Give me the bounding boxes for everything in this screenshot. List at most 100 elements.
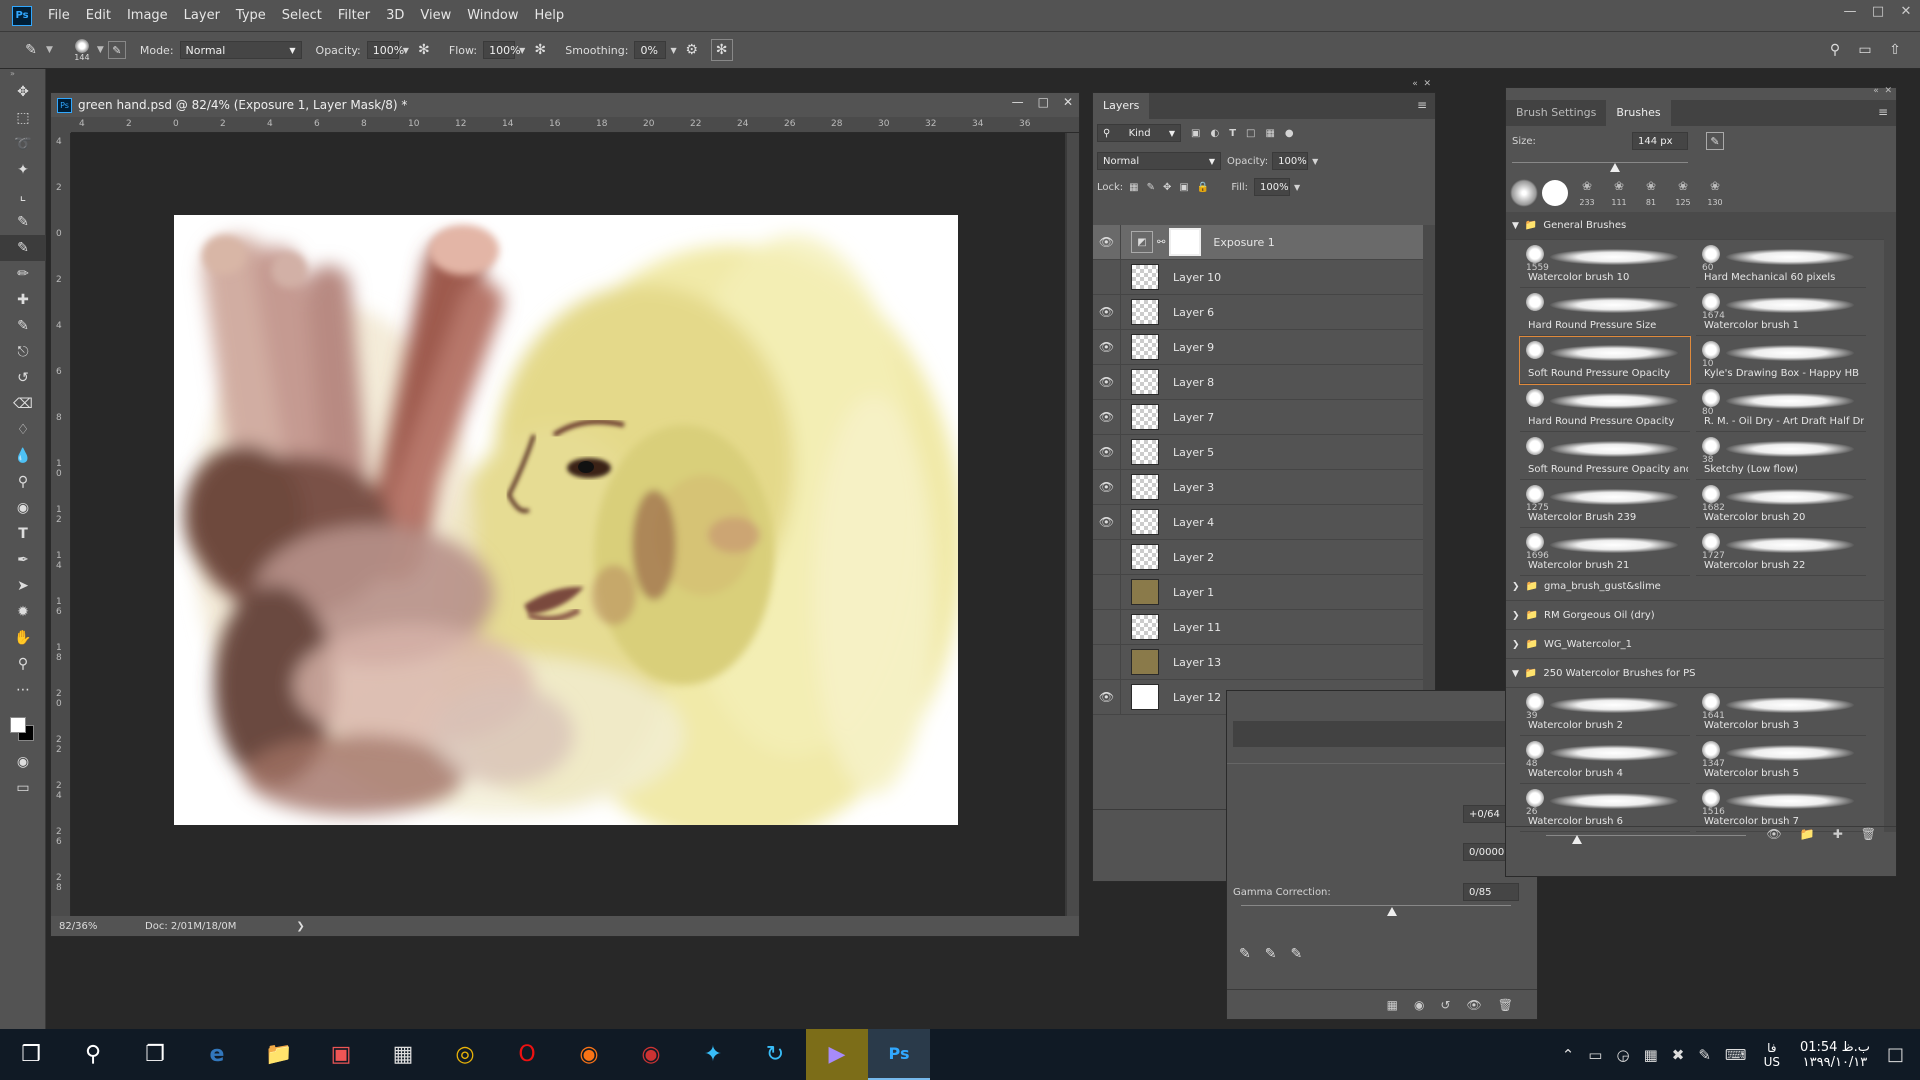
menu-image[interactable]: Image xyxy=(119,8,176,23)
brush-preset-cell[interactable]: Soft Round Pressure Opacity xyxy=(1519,336,1691,385)
tab-brushes[interactable]: Brushes xyxy=(1606,100,1671,126)
move-tool-icon[interactable]: ✥ xyxy=(0,79,46,105)
layer-row[interactable]: Layer 11 xyxy=(1093,609,1423,645)
flow-input[interactable]: 100% xyxy=(483,41,521,59)
adjustment-filter-icon[interactable]: ◐ xyxy=(1210,128,1219,139)
gear-icon[interactable]: ⚙ xyxy=(681,39,703,61)
reset-icon[interactable]: ↺ xyxy=(1440,998,1450,1012)
brush-preset-cell[interactable]: 80 R. M. - Oil Dry - Art Draft Half Dr... xyxy=(1696,385,1866,432)
menu-layer[interactable]: Layer xyxy=(176,8,228,23)
brush-preset-cell[interactable]: 1641 Watercolor brush 3 xyxy=(1696,689,1866,736)
magic-wand-tool-icon[interactable]: ✦ xyxy=(0,157,46,183)
quick-mask-icon[interactable]: ◉ xyxy=(0,749,46,775)
pen-tool-icon[interactable]: ✒ xyxy=(0,547,46,573)
size-slider-handle[interactable] xyxy=(1610,163,1620,172)
marquee-tool-icon[interactable]: ⬚ xyxy=(0,105,46,131)
chain-link-icon[interactable]: ⚯ xyxy=(1157,237,1165,248)
battery-icon[interactable]: ▭ xyxy=(1588,1046,1602,1064)
brush-preset-picker[interactable]: 144 xyxy=(67,38,97,62)
panel-menu-icon[interactable]: ≡ xyxy=(1878,105,1888,126)
chevron-down-icon[interactable]: ▼ xyxy=(403,46,409,55)
mixer-brush-tool-icon[interactable]: ✎ xyxy=(0,313,46,339)
recent-brush-preset[interactable]: ❀ 233 xyxy=(1574,179,1600,207)
fill-input[interactable]: 100% xyxy=(1254,178,1291,196)
file-explorer-icon[interactable]: 📁 xyxy=(248,1029,310,1080)
recent-brush-preset[interactable]: ❀ 125 xyxy=(1670,179,1696,207)
close-icon[interactable]: ✕ xyxy=(1892,0,1920,22)
firefox-browser-icon[interactable]: ◉ xyxy=(558,1029,620,1080)
layer-thumbnail[interactable] xyxy=(1131,579,1159,605)
visibility-icon[interactable]: 👁 xyxy=(1467,998,1482,1012)
menu-edit[interactable]: Edit xyxy=(78,8,119,23)
brush-tool-icon[interactable]: ✎ xyxy=(20,39,42,61)
layer-thumbnail[interactable] xyxy=(1131,649,1159,675)
sponge-tool-icon[interactable]: ◉ xyxy=(0,495,46,521)
view-previous-icon[interactable]: ◉ xyxy=(1414,998,1424,1012)
mode-select[interactable]: Normal ▼ xyxy=(179,41,302,59)
search-icon[interactable]: ⚲ xyxy=(62,1029,124,1080)
app-icon-red[interactable]: ▣ xyxy=(310,1029,372,1080)
layer-row[interactable]: 👁 Layer 4 xyxy=(1093,504,1423,540)
new-brush-icon[interactable]: ✚ xyxy=(1833,827,1843,841)
layer-thumbnail[interactable] xyxy=(1131,264,1159,290)
pressure-opacity-icon[interactable]: ✻ xyxy=(413,39,435,61)
visual-studio-icon[interactable]: ▶ xyxy=(806,1029,868,1080)
chevron-right-icon[interactable]: ❯ xyxy=(296,921,304,932)
chevron-down-icon[interactable]: ▼ xyxy=(46,45,53,55)
lock-pixels-icon[interactable]: ✎ xyxy=(1147,182,1155,193)
recent-brush-soft[interactable] xyxy=(1510,179,1538,207)
canvas-area[interactable] xyxy=(71,133,1065,916)
menu-3d[interactable]: 3D xyxy=(378,8,412,23)
exposure-slider[interactable] xyxy=(1227,763,1527,779)
layer-row[interactable]: 👁 Layer 8 xyxy=(1093,364,1423,400)
task-view-icon[interactable]: ❐ xyxy=(124,1029,186,1080)
clip-to-layer-icon[interactable]: ▦ xyxy=(1387,998,1398,1012)
menu-view[interactable]: View xyxy=(412,8,459,23)
layer-thumbnail[interactable] xyxy=(1131,544,1159,570)
layer-thumbnail[interactable] xyxy=(1131,439,1159,465)
layer-thumbnail[interactable] xyxy=(1131,334,1159,360)
recent-brush-hard[interactable] xyxy=(1542,180,1568,206)
brush-preset-cell[interactable]: 1559 Watercolor brush 10 xyxy=(1520,241,1690,288)
smart-object-filter-icon[interactable]: ▦ xyxy=(1265,128,1274,139)
gray-point-eyedropper-icon[interactable]: ✎ xyxy=(1265,946,1277,962)
layer-opacity-input[interactable]: 100% xyxy=(1272,152,1309,170)
visibility-off-toggle[interactable] xyxy=(1093,259,1121,295)
menu-filter[interactable]: Filter xyxy=(330,8,378,23)
menu-type[interactable]: Type xyxy=(228,8,274,23)
crop-tool-icon[interactable]: ⌞ xyxy=(0,183,46,209)
maximize-icon[interactable]: □ xyxy=(1038,95,1049,109)
layer-row[interactable]: 👁 ◩ ⚯ Exposure 1 xyxy=(1093,224,1423,260)
delete-icon[interactable]: 🗑 xyxy=(1498,998,1513,1012)
tab-brush-settings[interactable]: Brush Settings xyxy=(1506,100,1607,126)
type-tool-icon[interactable]: T xyxy=(0,521,46,547)
menu-file[interactable]: File xyxy=(40,8,78,23)
pixel-filter-icon[interactable]: ▣ xyxy=(1191,128,1200,139)
lock-transparency-icon[interactable]: ▦ xyxy=(1129,182,1138,193)
delete-brush-icon[interactable]: 🗑 xyxy=(1861,827,1876,841)
new-group-icon[interactable]: 📁 xyxy=(1800,827,1815,841)
size-slider-track[interactable] xyxy=(1512,162,1688,163)
kind-filter-select[interactable]: ⚲ Kind ▼ xyxy=(1097,124,1181,142)
collapse-icon[interactable]: « xyxy=(1412,79,1418,89)
blend-mode-select[interactable]: Normal ▼ xyxy=(1097,152,1221,170)
volume-muted-icon[interactable]: ✖ xyxy=(1672,1046,1685,1064)
notifications-icon[interactable]: □ xyxy=(1887,1044,1904,1065)
blur-tool-icon[interactable]: 💧 xyxy=(0,443,46,469)
layer-thumbnail[interactable] xyxy=(1131,299,1159,325)
color-swatches[interactable] xyxy=(0,703,45,749)
close-icon[interactable]: ✕ xyxy=(1063,95,1073,109)
layers-scrollbar[interactable] xyxy=(1423,225,1435,715)
panel-menu-icon[interactable]: ≡ xyxy=(1417,98,1427,119)
zoom-level[interactable]: 82/36% xyxy=(59,921,129,932)
history-brush-tool-icon[interactable]: ↺ xyxy=(0,365,46,391)
collapse-icon[interactable]: » xyxy=(0,69,45,79)
chevron-down-icon[interactable]: ▼ xyxy=(1312,157,1318,166)
chevron-down-icon[interactable]: ▼ xyxy=(1294,183,1300,192)
eye-icon[interactable]: 👁 xyxy=(1093,504,1121,540)
eraser-tool-icon[interactable]: ⌫ xyxy=(0,391,46,417)
menu-help[interactable]: Help xyxy=(527,8,573,23)
recent-brush-preset[interactable]: ❀ 111 xyxy=(1606,179,1632,207)
brush-preset-cell[interactable]: 1516 Watercolor brush 7 xyxy=(1696,785,1866,832)
brush-preset-cell[interactable]: 1674 Watercolor brush 1 xyxy=(1696,289,1866,336)
